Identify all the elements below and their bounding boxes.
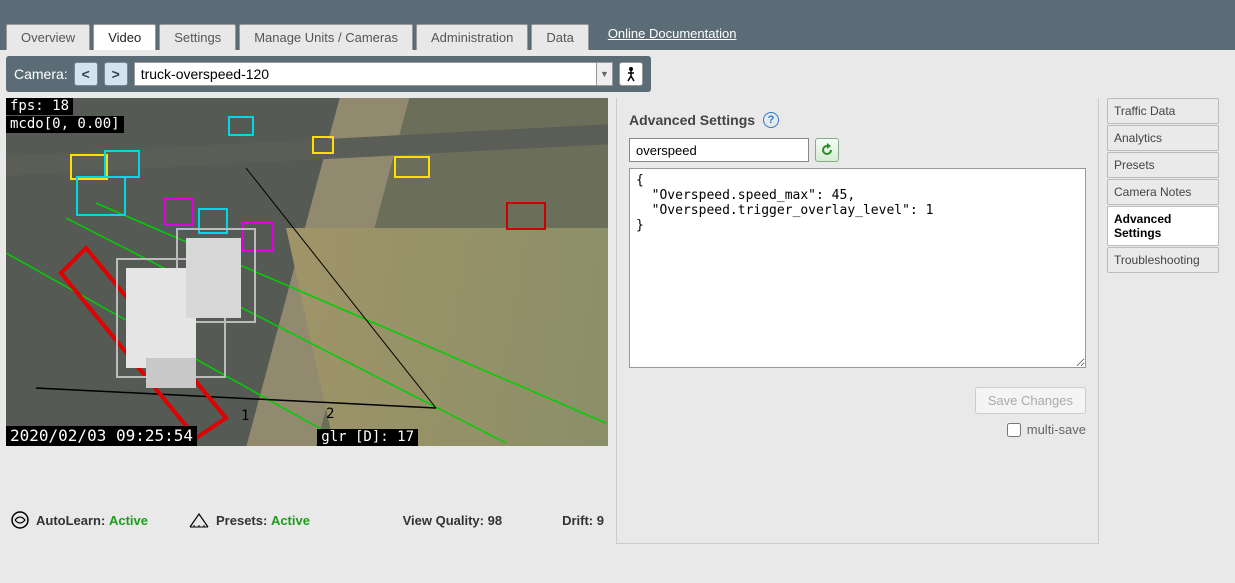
lane-2-label: 2 [326, 406, 334, 422]
presets-label: Presets: [216, 513, 267, 528]
drift: Drift: 9 [562, 513, 604, 528]
save-changes-button[interactable]: Save Changes [975, 387, 1086, 414]
tab-bar: Overview Video Settings Manage Units / C… [0, 20, 1235, 50]
multi-save-option[interactable]: multi-save [1007, 422, 1086, 437]
tab-overview[interactable]: Overview [6, 24, 90, 50]
tab-manage[interactable]: Manage Units / Cameras [239, 24, 413, 50]
timestamp-overlay: 2020/02/03 09:25:54 [6, 426, 197, 446]
tab-video[interactable]: Video [93, 24, 156, 50]
camera-dropdown-toggle[interactable]: ▼ [597, 62, 613, 86]
lane-1-label: 1 [241, 408, 249, 424]
fps-overlay: fps: 18 [6, 98, 73, 115]
sidetab-presets[interactable]: Presets [1107, 152, 1219, 178]
video-feed: fps: 18 mcdo[0, 0.00] 2020/02/03 09:25:5… [6, 98, 608, 446]
mcdo-overlay: mcdo[0, 0.00] [6, 116, 124, 133]
settings-json-textarea[interactable]: { "Overspeed.speed_max": 45, "Overspeed.… [629, 168, 1086, 368]
sidetab-traffic-data[interactable]: Traffic Data [1107, 98, 1219, 124]
refresh-button[interactable] [815, 138, 839, 162]
tab-data[interactable]: Data [531, 24, 588, 50]
camera-select-input[interactable] [134, 62, 597, 86]
presets-status: Active [271, 513, 310, 528]
camera-selector-bar: Camera: < > ▼ [6, 56, 651, 92]
advanced-settings-panel: Advanced Settings ? { "Overspeed.speed_m… [616, 98, 1099, 544]
autolearn-icon [10, 510, 30, 530]
camera-next-button[interactable]: > [104, 62, 128, 86]
sidetab-advanced-settings[interactable]: Advanced Settings [1107, 206, 1219, 246]
presets-icon [188, 511, 210, 529]
view-quality: View Quality: 98 [403, 513, 503, 528]
tab-settings[interactable]: Settings [159, 24, 236, 50]
panel-title: Advanced Settings [629, 112, 755, 128]
settings-filter-input[interactable] [629, 138, 809, 162]
camera-prev-button[interactable]: < [74, 62, 98, 86]
status-row: AutoLearn: Active Presets: Active View Q… [6, 496, 608, 544]
camera-label: Camera: [14, 66, 68, 82]
help-icon[interactable]: ? [763, 112, 779, 128]
multi-save-checkbox[interactable] [1007, 423, 1021, 437]
autolearn-status: Active [109, 513, 148, 528]
glr-overlay: glr [D]: 17 [317, 429, 418, 446]
sidetab-troubleshooting[interactable]: Troubleshooting [1107, 247, 1219, 273]
side-tabs: Traffic Data Analytics Presets Camera No… [1107, 98, 1219, 544]
online-documentation-link[interactable]: Online Documentation [608, 26, 737, 45]
tab-admin[interactable]: Administration [416, 24, 528, 50]
camera-accessibility-button[interactable] [619, 62, 643, 86]
sidetab-analytics[interactable]: Analytics [1107, 125, 1219, 151]
top-banner [0, 0, 1235, 20]
sidetab-camera-notes[interactable]: Camera Notes [1107, 179, 1219, 205]
autolearn-label: AutoLearn: [36, 513, 105, 528]
multi-save-label: multi-save [1027, 422, 1086, 437]
